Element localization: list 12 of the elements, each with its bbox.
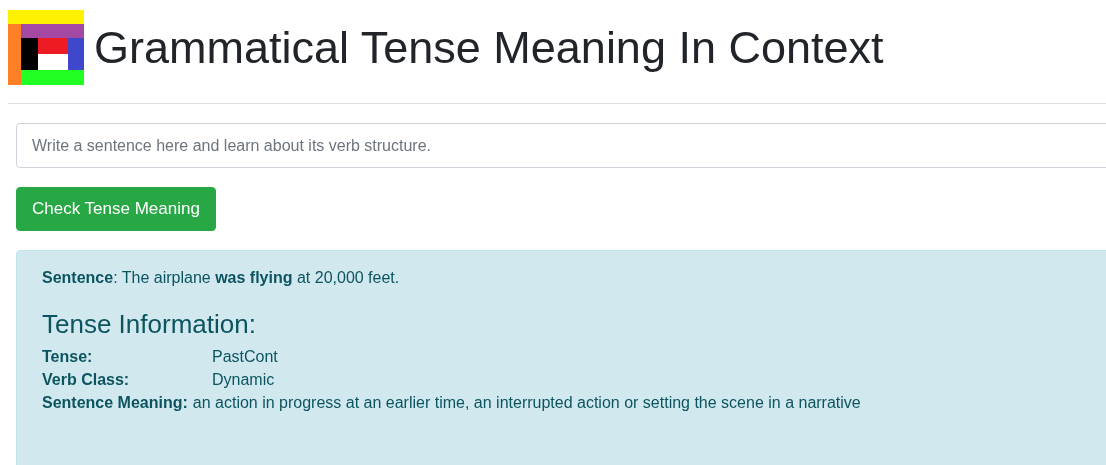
sentence-input[interactable]: Write a sentence here and learn about its verb structure. [16,123,1106,168]
check-button[interactable]: Check Tense Meaning [16,187,216,231]
info-value: PastCont [212,348,278,366]
info-label: Sentence Meaning: [42,394,188,412]
section-heading: Tense Information: [42,309,257,340]
info-value: Dynamic [212,371,275,389]
info-label: Tense: [42,348,94,366]
logo-icon [8,10,84,85]
info-label: Verb Class: [42,371,131,389]
sentence-text: Sentence: The airplane was flying at 20,000 feet. [42,269,401,287]
page-title: Grammatical Tense Meaning In Context [94,21,884,74]
info-value: an action in progress at an earlier time, an interrupted action or setting the scene in a narrative [192,394,861,412]
